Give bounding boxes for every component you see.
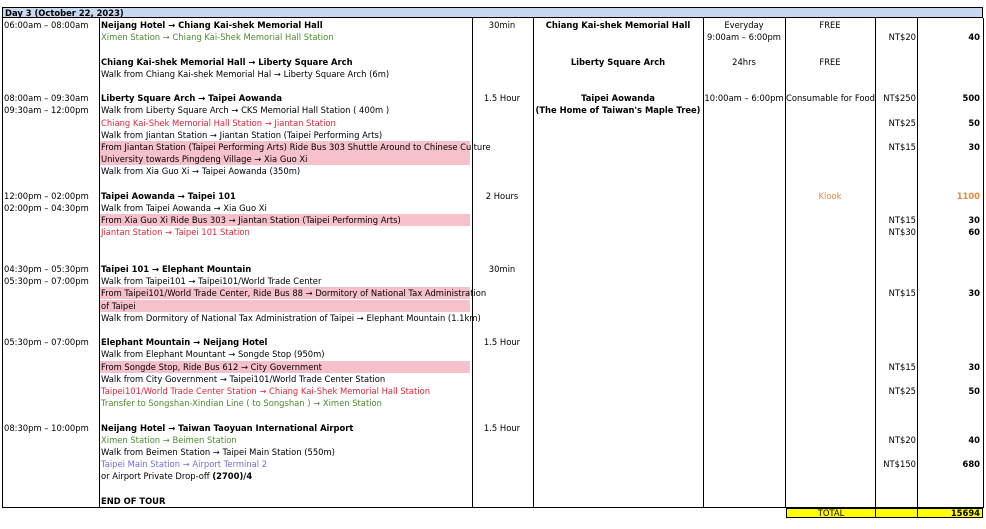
route-cell: From Songde Stop, Ride Bus 612 → City Go… [100,360,470,373]
ticket-cell: Consumable for Food [786,93,875,104]
fare-cell: NT$20 [888,434,916,445]
column-divider [983,18,984,508]
route-cell: Walk from Liberty Square Arch → CKS Memo… [101,105,390,116]
route-cell: Chiang Kai-shek Memorial Hall → Liberty … [101,56,353,67]
total-amount: 15694 [917,508,983,518]
duration-cell: 30min [488,20,516,30]
route-cell: Transfer to Songshan-Xindian Line ( to S… [101,398,382,409]
route-cell: Jiantan Station → Taipei 101 Station [101,227,250,238]
time-cell: 08:00am – 09:30am [4,93,89,104]
ticket-cell: Klook [818,190,842,201]
attraction-cell: Liberty Square Arch [570,56,666,67]
duration-cell: 1.5 Hour [483,93,521,104]
fare-cell: NT$25 [888,117,916,128]
route-text: or Airport Private Drop-off [101,471,213,482]
day-header: Day 3 (October 22, 2023) [2,7,983,18]
route-cell: From Xia Guo Xi Ride Bus 303 → Jiantan S… [100,214,470,227]
ticket-cell: FREE [819,56,841,67]
route-cell: Elephant Mountain → Neijang Hotel [101,337,268,348]
route-cell: Taipei Main Station → Airport Terminal 2 [101,459,268,470]
duration-cell: 1.5 Hour [483,422,521,433]
route-cell: Chiang Kai-Shek Memorial Hall Station → … [101,117,336,128]
opening-hours-cell: Everyday [724,20,764,30]
time-cell: 04:30pm – 05:30pm [4,264,89,274]
duration-cell: 2 Hours [485,190,519,201]
route-cell: Walk from City Government → Taipei101/Wo… [101,373,386,384]
time-cell: 09:30am – 12:00pm [4,105,89,116]
fare-cell: NT$15 [888,142,916,152]
route-cell: Taipei Aowanda → Taipei 101 [101,190,236,201]
route-cell: University towards Pingdeng Village → Xi… [100,153,470,166]
time-cell: 05:30pm – 07:00pm [4,337,89,348]
amount-cell: 30 [968,142,980,152]
time-cell: 06:00am – 08:00am [4,20,89,30]
fare-cell: NT$250 [883,93,916,104]
fare-cell: NT$20 [888,32,916,43]
route-cell: From Jiantan Station (Taipei Performing … [100,141,491,153]
amount-cell: 50 [968,117,980,128]
duration-cell: 30min [488,264,516,274]
amount-cell: 30 [968,288,980,299]
amount-cell: 40 [968,434,980,445]
amount-cell: 30 [968,361,980,372]
fare-cell: NT$15 [888,361,916,372]
route-cell: Walk from Xia Guo Xi → Taipei Aowanda (3… [101,166,301,177]
route-bold-text: (2700)/4 [212,471,253,482]
amount-cell: 60 [968,227,980,238]
fare-cell: NT$30 [888,227,916,238]
route-cell: From Taipei101/World Trade Center, Ride … [100,287,487,300]
amount-cell: 50 [968,386,980,396]
column-divider [2,18,3,508]
fare-cell: NT$15 [888,288,916,299]
route-cell: Walk from Beimen Station → Taipei Main S… [101,447,335,457]
attraction-cell: (The Home of Taiwan's Maple Tree) [535,105,701,116]
route-cell: Neijang Hotel → Taiwan Taoyuan Internati… [101,422,354,433]
amount-cell: 680 [962,459,980,470]
ticket-cell: FREE [819,20,841,30]
amount-cell: 40 [968,32,980,43]
route-cell: Walk from Taipei101 → Taipei101/World Tr… [101,276,322,287]
amount-cell: 500 [962,93,980,104]
route-cell: of Taipei [100,299,470,312]
route-cell: Taipei101/World Trade Center Station → C… [101,386,431,396]
route-cell: or Airport Private Drop-off (2700)/4 [100,470,470,482]
time-cell: 08:30pm – 10:00pm [4,422,89,433]
amount-cell: 1100 [956,190,980,201]
route-cell: Neijang Hotel → Chiang Kai-shek Memorial… [101,20,323,30]
total-label: TOTAL [786,508,876,518]
total-fare-cell [875,508,918,518]
route-cell: Ximen Station → Beimen Station [101,434,237,445]
route-cell: Walk from Elephant Mountant → Songde Sto… [101,349,325,360]
route-cell: Walk from Chiang Kai-shek Memorial Hal →… [101,68,390,79]
route-cell: Walk from Dormitory of National Tax Admi… [101,312,481,323]
fare-cell: NT$25 [888,386,916,396]
opening-hours-cell: 24hrs [732,56,756,67]
attraction-cell: Chiang Kai-shek Memorial Hall [545,20,691,30]
fare-cell: NT$15 [888,215,916,226]
route-cell: Ximen Station → Chiang Kai-Shek Memorial… [101,32,334,43]
route-cell: Liberty Square Arch → Taipei Aowanda [101,93,282,104]
route-cell: END OF TOUR [101,495,166,506]
amount-cell: 30 [968,215,980,226]
route-cell: Walk from Jiantan Station → Jiantan Stat… [101,129,383,140]
attraction-cell: Taipei Aowanda [581,93,655,104]
opening-hours-cell: 9:00am – 6:00pm [707,32,781,43]
route-cell: Walk from Taipei Aowanda → Xia Guo Xi [101,203,267,213]
time-cell: 02:00pm – 04:30pm [4,203,89,213]
itinerary-sheet: Day 3 (October 22, 2023) 06:00am – 08:00… [0,0,986,529]
route-cell: Taipei 101 → Elephant Mountain [101,264,252,274]
fare-cell: NT$150 [883,459,916,470]
time-cell: 05:30pm – 07:00pm [4,276,89,287]
opening-hours-cell: 10:00am – 6:00pm [704,93,784,104]
duration-cell: 1.5 Hour [483,337,521,348]
time-cell: 12:00pm – 02:00pm [4,190,89,201]
